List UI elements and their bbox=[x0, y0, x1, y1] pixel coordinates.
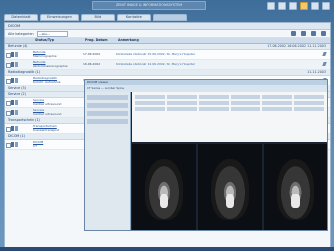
alert-icon[interactable] bbox=[300, 2, 308, 10]
viewer-series-list[interactable] bbox=[85, 92, 131, 230]
info-icon[interactable] bbox=[291, 31, 296, 36]
copy-icon[interactable] bbox=[311, 31, 316, 36]
group-name: Radiodiagnostik (1) bbox=[8, 70, 41, 74]
row-subtype: Cardiac ultrasound bbox=[33, 101, 62, 106]
row-type: Service Cardiac ultrasound bbox=[33, 108, 83, 117]
home-icon[interactable] bbox=[267, 2, 275, 10]
row-notes[interactable]: Klinikstelle stationär 12.06.2002, St. M… bbox=[116, 60, 330, 69]
tab-einweisungen[interactable]: Einweisungen bbox=[40, 14, 79, 21]
document-icon bbox=[11, 126, 33, 133]
row-subtype: Mammographie bbox=[33, 53, 57, 58]
panel-toolbar bbox=[291, 31, 326, 36]
panel-header: DICOM bbox=[5, 23, 330, 30]
row-type: Transportschein Krankentransport bbox=[33, 124, 83, 133]
row-type: Befunde Abdominalsonographie bbox=[33, 60, 83, 69]
viewer-meta: CT Series — Lumbar Spine bbox=[85, 85, 327, 92]
main-tabs: Datenblatt Einweisungen Bild Kontakte bbox=[4, 14, 187, 21]
table-row[interactable]: Befunde Abdominalsonographie 16.06.2002 Kli… bbox=[5, 60, 330, 70]
series-item[interactable] bbox=[87, 119, 128, 124]
help-icon[interactable] bbox=[311, 2, 319, 10]
ct-slice-image[interactable] bbox=[198, 144, 262, 230]
row-type: Service Cardiac ultrasound bbox=[33, 98, 83, 107]
table-row[interactable]: Befunde Mammographie 17.06.2002 Klinikstell… bbox=[5, 50, 330, 60]
tab-bild[interactable]: Bild bbox=[80, 14, 115, 21]
col-date[interactable]: Prog. Datum bbox=[83, 38, 116, 43]
print-icon[interactable] bbox=[278, 2, 286, 10]
taskbar bbox=[0, 247, 334, 251]
group-dates: 11.11.2003 bbox=[307, 70, 326, 74]
group-dates: 17.06.2002 16:06.2002 11.11.2003 bbox=[267, 44, 326, 48]
tab-active[interactable] bbox=[152, 14, 187, 21]
document-icon bbox=[11, 142, 33, 149]
row-type: DICOM CT bbox=[33, 140, 83, 149]
row-subtype: Knöchl. Aufnahme bbox=[33, 79, 61, 84]
row-subtype: Abdominalsonographie bbox=[33, 63, 68, 68]
document-icon bbox=[11, 52, 33, 59]
row-date: 17.06.2002 bbox=[83, 52, 101, 56]
tab-kontakte[interactable]: Kontakte bbox=[116, 14, 151, 21]
col-status-type[interactable]: Status/Typ bbox=[33, 38, 83, 43]
application-window: ZENIT IMAGE & INFORMATIONSSYSTEM Datenbl… bbox=[0, 0, 334, 251]
tab-datenblatt[interactable]: Datenblatt bbox=[4, 14, 38, 21]
row-type: Befunde Mammographie bbox=[33, 50, 83, 59]
export-icon[interactable] bbox=[301, 31, 306, 36]
filter-row: Alle kategorien —alle— bbox=[5, 30, 330, 38]
viewer-info-grid bbox=[132, 92, 327, 142]
document-icon bbox=[11, 78, 33, 85]
series-item[interactable] bbox=[87, 111, 128, 116]
group-name: Befunde (4) bbox=[8, 44, 28, 48]
series-item[interactable] bbox=[87, 103, 128, 108]
row-subtype: Krankentransport bbox=[33, 127, 60, 132]
ct-slice-image[interactable] bbox=[132, 144, 196, 230]
window-title: ZENIT IMAGE & INFORMATIONSSYSTEM bbox=[92, 1, 206, 10]
title-bar-icons bbox=[267, 2, 330, 10]
document-icon bbox=[11, 100, 33, 107]
row-subtype: Cardiac ultrasound bbox=[33, 111, 62, 116]
col-notes[interactable]: Anmerkung bbox=[116, 38, 330, 43]
refresh-icon[interactable] bbox=[321, 31, 326, 36]
mail-icon[interactable] bbox=[289, 2, 297, 10]
series-item[interactable] bbox=[87, 95, 128, 100]
filter-label: Alle kategorien bbox=[8, 31, 34, 36]
group-name: Service (3) bbox=[8, 86, 26, 90]
document-icon bbox=[11, 62, 33, 69]
category-select[interactable]: —alle— bbox=[36, 30, 68, 37]
ct-slice-image[interactable] bbox=[264, 144, 327, 230]
title-bar: ZENIT IMAGE & INFORMATIONSSYSTEM bbox=[0, 0, 334, 12]
row-date: 16.06.2002 bbox=[83, 62, 101, 66]
close-icon[interactable] bbox=[322, 2, 330, 10]
dicom-viewer-window[interactable]: DICOM viewer CT Series — Lumbar Spine bbox=[84, 79, 328, 231]
row-subtype: CT bbox=[33, 143, 37, 148]
document-icon bbox=[11, 110, 33, 117]
group-name: Service (2) bbox=[8, 92, 26, 96]
group-name: DICOM (1) bbox=[8, 134, 25, 138]
row-notes[interactable]: Klinikstelle stationär 15.06.2002, St. M… bbox=[116, 50, 330, 59]
col-icons bbox=[11, 38, 33, 43]
group-name: Transportschein (1) bbox=[8, 118, 40, 122]
row-type: Radiodiagnostik Knöchl. Aufnahme bbox=[33, 76, 83, 85]
